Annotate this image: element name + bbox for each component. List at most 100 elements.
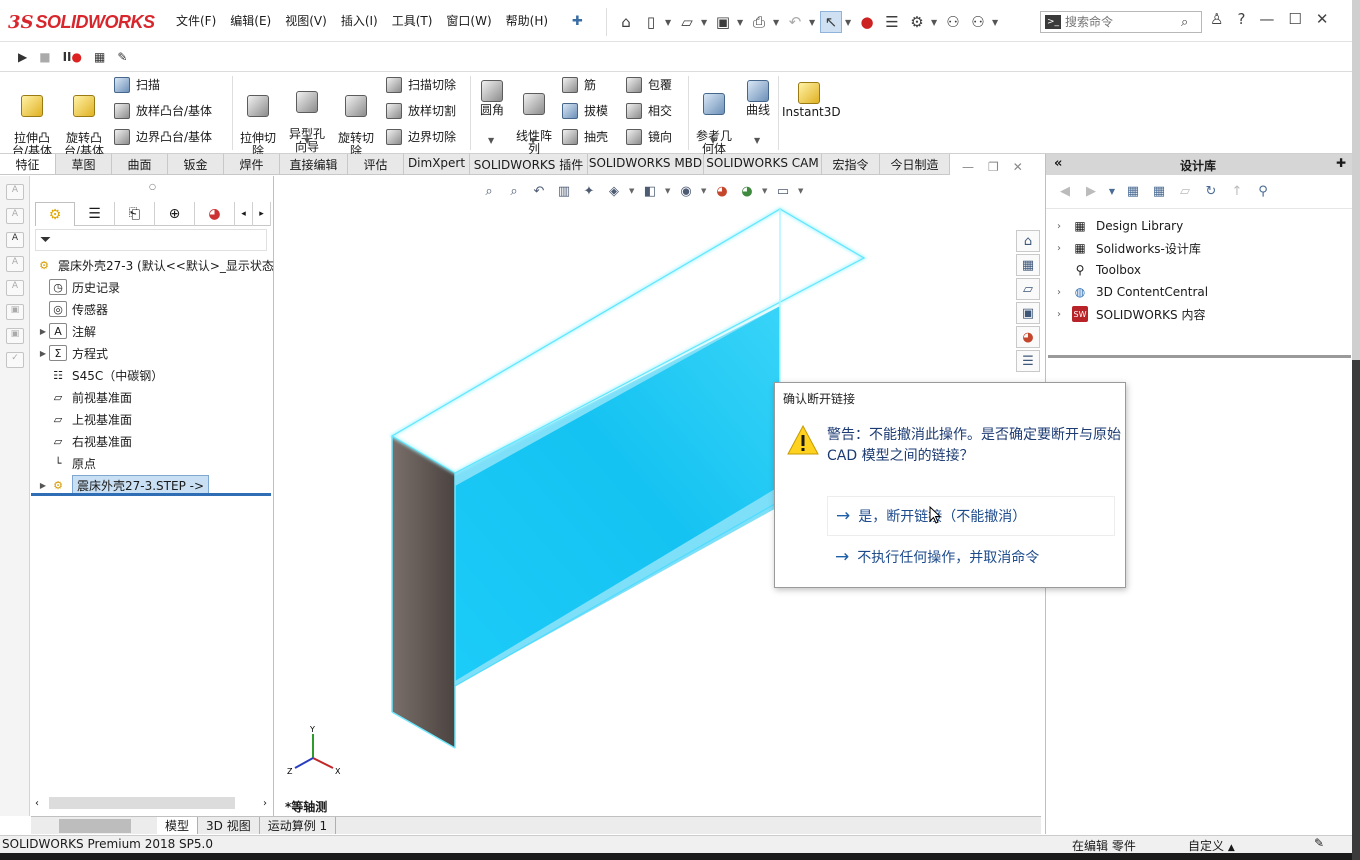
tree-root-part[interactable]: ⚙ 震床外壳27-3 (默认<<默认>_显示状态 <box>31 254 274 276</box>
refresh-icon[interactable]: ↻ <box>1202 183 1220 201</box>
extrude-cut-button[interactable]: 拉伸切 除 <box>236 82 280 158</box>
extrude-boss-button[interactable]: 拉伸凸 台/基体 <box>8 82 56 158</box>
file-explorer-tab-icon[interactable]: ▱ <box>1016 278 1040 300</box>
expand-arrow-icon[interactable]: › <box>1046 221 1072 232</box>
doc-close-icon[interactable]: ✕ <box>1013 160 1023 174</box>
select-dropdown-icon[interactable]: ▼ <box>845 18 853 27</box>
configuration-manager-tab-icon[interactable]: ⎗ <box>115 202 155 226</box>
tooltip-help-icon[interactable]: ✎ <box>1314 836 1324 850</box>
help-icon[interactable]: ? <box>1237 10 1245 28</box>
tab-model[interactable]: 模型 <box>157 817 199 834</box>
collab-dropdown-icon[interactable]: ▼ <box>992 18 1000 27</box>
file-properties-icon[interactable]: ☰ <box>881 11 903 33</box>
create-folder-icon[interactable]: ▱ <box>1176 183 1194 201</box>
pin-pane-icon[interactable]: ✚ <box>1336 156 1346 170</box>
menu-view[interactable]: 视图(V) <box>285 12 327 29</box>
tree-item-right-plane[interactable]: ▱ 右视基准面 <box>31 430 274 452</box>
datum-icon[interactable]: ▣ <box>6 328 24 344</box>
library-item-solidworks-design-lib[interactable]: › ▦ Solidworks-设计库 <box>1046 237 1352 259</box>
save-dropdown-icon[interactable]: ▼ <box>737 18 745 27</box>
wrap-button[interactable]: 包覆 <box>626 76 672 93</box>
tab-direct-editing[interactable]: 直接编辑 <box>280 154 348 174</box>
tab-solidworks-cam[interactable]: SOLIDWORKS CAM <box>704 154 822 174</box>
search-commands-box[interactable]: >_ ⌕ <box>1040 11 1202 33</box>
tab-sheet-metal[interactable]: 钣金 <box>168 154 224 174</box>
tab-navigation-arrows[interactable] <box>59 818 131 833</box>
tab-solidworks-addins[interactable]: SOLIDWORKS 插件 <box>470 154 588 174</box>
curves-button[interactable]: 曲线 <box>740 80 776 117</box>
macro-record-icon[interactable]: II● <box>63 50 82 64</box>
tree-item-origin[interactable]: └ 原点 <box>31 452 274 474</box>
text-box-icon[interactable]: A <box>6 280 24 296</box>
menu-file[interactable]: 文件(F) <box>176 12 216 29</box>
pin-menu-icon[interactable]: ✚ <box>572 14 583 29</box>
new-dropdown-icon[interactable]: ▼ <box>665 18 673 27</box>
expand-arrow-icon[interactable]: › <box>1046 309 1072 320</box>
tree-item-annotations[interactable]: ▶ A 注解 <box>31 320 274 342</box>
search-commands-input[interactable] <box>1065 15 1181 29</box>
tab-surfaces[interactable]: 曲面 <box>112 154 168 174</box>
tree-item-top-plane[interactable]: ▱ 上视基准面 <box>31 408 274 430</box>
loft-cut-button[interactable]: 放样切割 <box>386 102 456 119</box>
print-icon[interactable]: ⎙ <box>748 11 770 33</box>
feature-tree-tab-icon[interactable]: ⚙ <box>35 202 75 226</box>
macro-edit-icon[interactable]: ✎ <box>117 50 127 64</box>
doc-minimize-icon[interactable]: — <box>962 160 974 174</box>
close-icon[interactable]: ✕ <box>1316 10 1329 28</box>
library-item-solidworks-content[interactable]: › SW SOLIDWORKS 内容 <box>1046 303 1352 325</box>
solidworks-logo[interactable]: 3S SOLIDWORKS <box>8 6 155 38</box>
menu-insert[interactable]: 插入(I) <box>341 12 378 29</box>
view-palette-tab-icon[interactable]: ▣ <box>1016 302 1040 324</box>
scroll-left-icon[interactable]: ‹ <box>35 798 39 809</box>
tab-3d-views[interactable]: 3D 视图 <box>198 817 260 834</box>
expand-arrow-icon[interactable]: › <box>1046 287 1072 298</box>
undo-dropdown-icon[interactable]: ▼ <box>809 18 817 27</box>
cancel-command-button[interactable]: → 不执行任何操作，并取消命令 <box>827 537 1115 577</box>
user-share-icon[interactable]: ⚇ <box>942 11 964 33</box>
annotation-tool-icon[interactable]: A <box>6 232 24 248</box>
curves-dropdown-icon[interactable]: ▼ <box>754 136 760 145</box>
tree-item-front-plane[interactable]: ▱ 前视基准面 <box>31 386 274 408</box>
boundary-boss-button[interactable]: 边界凸台/基体 <box>114 128 212 145</box>
rebuild-traffic-light-icon[interactable]: ● <box>856 11 878 33</box>
macro-run-icon[interactable]: ▶ <box>18 50 27 64</box>
tabs-scroll-right-icon[interactable]: ▸ <box>253 202 271 226</box>
tree-item-material[interactable]: ☷ S45C（中碳钢） <box>31 364 274 386</box>
print-dropdown-icon[interactable]: ▼ <box>773 18 781 27</box>
user-account-icon[interactable]: ♙ <box>1210 10 1223 28</box>
select-pointer-icon[interactable]: ↖ <box>820 11 842 33</box>
ref-geometry-dropdown-icon[interactable]: ▼ <box>710 136 716 145</box>
shell-button[interactable]: 抽壳 <box>562 128 608 145</box>
tab-dimxpert[interactable]: DimXpert <box>404 154 470 174</box>
options-gear-icon[interactable]: ⚙ <box>906 11 928 33</box>
appearances-tab-icon[interactable]: ◕ <box>1016 326 1040 348</box>
tree-horizontal-scrollbar[interactable]: ‹ › <box>35 796 271 810</box>
panel-grip-icon[interactable]: ○ <box>149 182 156 191</box>
tab-solidworks-mbd[interactable]: SOLIDWORKS MBD <box>588 154 704 174</box>
confirm-break-link-button[interactable]: → 是，断开链接（不能撤消） <box>827 496 1115 536</box>
sweep-button[interactable]: 扫描 <box>114 76 160 93</box>
menu-help[interactable]: 帮助(H) <box>506 12 548 29</box>
tab-evaluate[interactable]: 评估 <box>348 154 404 174</box>
tab-make-today[interactable]: 今日制造 <box>880 154 950 174</box>
add-to-library-icon[interactable]: ▦ <box>1124 183 1142 201</box>
filter-funnel-icon[interactable]: ⏷ <box>40 232 51 248</box>
mirror-button[interactable]: 镜向 <box>626 128 672 145</box>
sweep-cut-button[interactable]: 扫描切除 <box>386 76 456 93</box>
maximize-icon[interactable]: ☐ <box>1288 10 1301 28</box>
tree-item-equations[interactable]: ▶ Σ 方程式 <box>31 342 274 364</box>
save-icon[interactable]: ▣ <box>712 11 734 33</box>
user-collab-icon[interactable]: ⚇ <box>967 11 989 33</box>
unit-system-selector[interactable]: 自定义 ▲ <box>1188 837 1235 854</box>
expand-arrow-icon[interactable]: › <box>1046 243 1072 254</box>
note-icon[interactable]: A <box>6 184 24 200</box>
forward-icon[interactable]: ▶ <box>1082 183 1100 201</box>
back-icon[interactable]: ◀ <box>1056 183 1074 201</box>
tab-motion-study-1[interactable]: 运动算例 1 <box>260 817 337 834</box>
tabs-scroll-left-icon[interactable]: ◂ <box>235 202 253 226</box>
fillet-button[interactable]: 圆角 <box>474 80 510 117</box>
fillet-dropdown-icon[interactable]: ▼ <box>488 136 494 145</box>
tree-item-history[interactable]: ◷ 历史记录 <box>31 276 274 298</box>
dimxpert-manager-tab-icon[interactable]: ⊕ <box>155 202 195 226</box>
minimize-icon[interactable]: — <box>1259 10 1274 28</box>
